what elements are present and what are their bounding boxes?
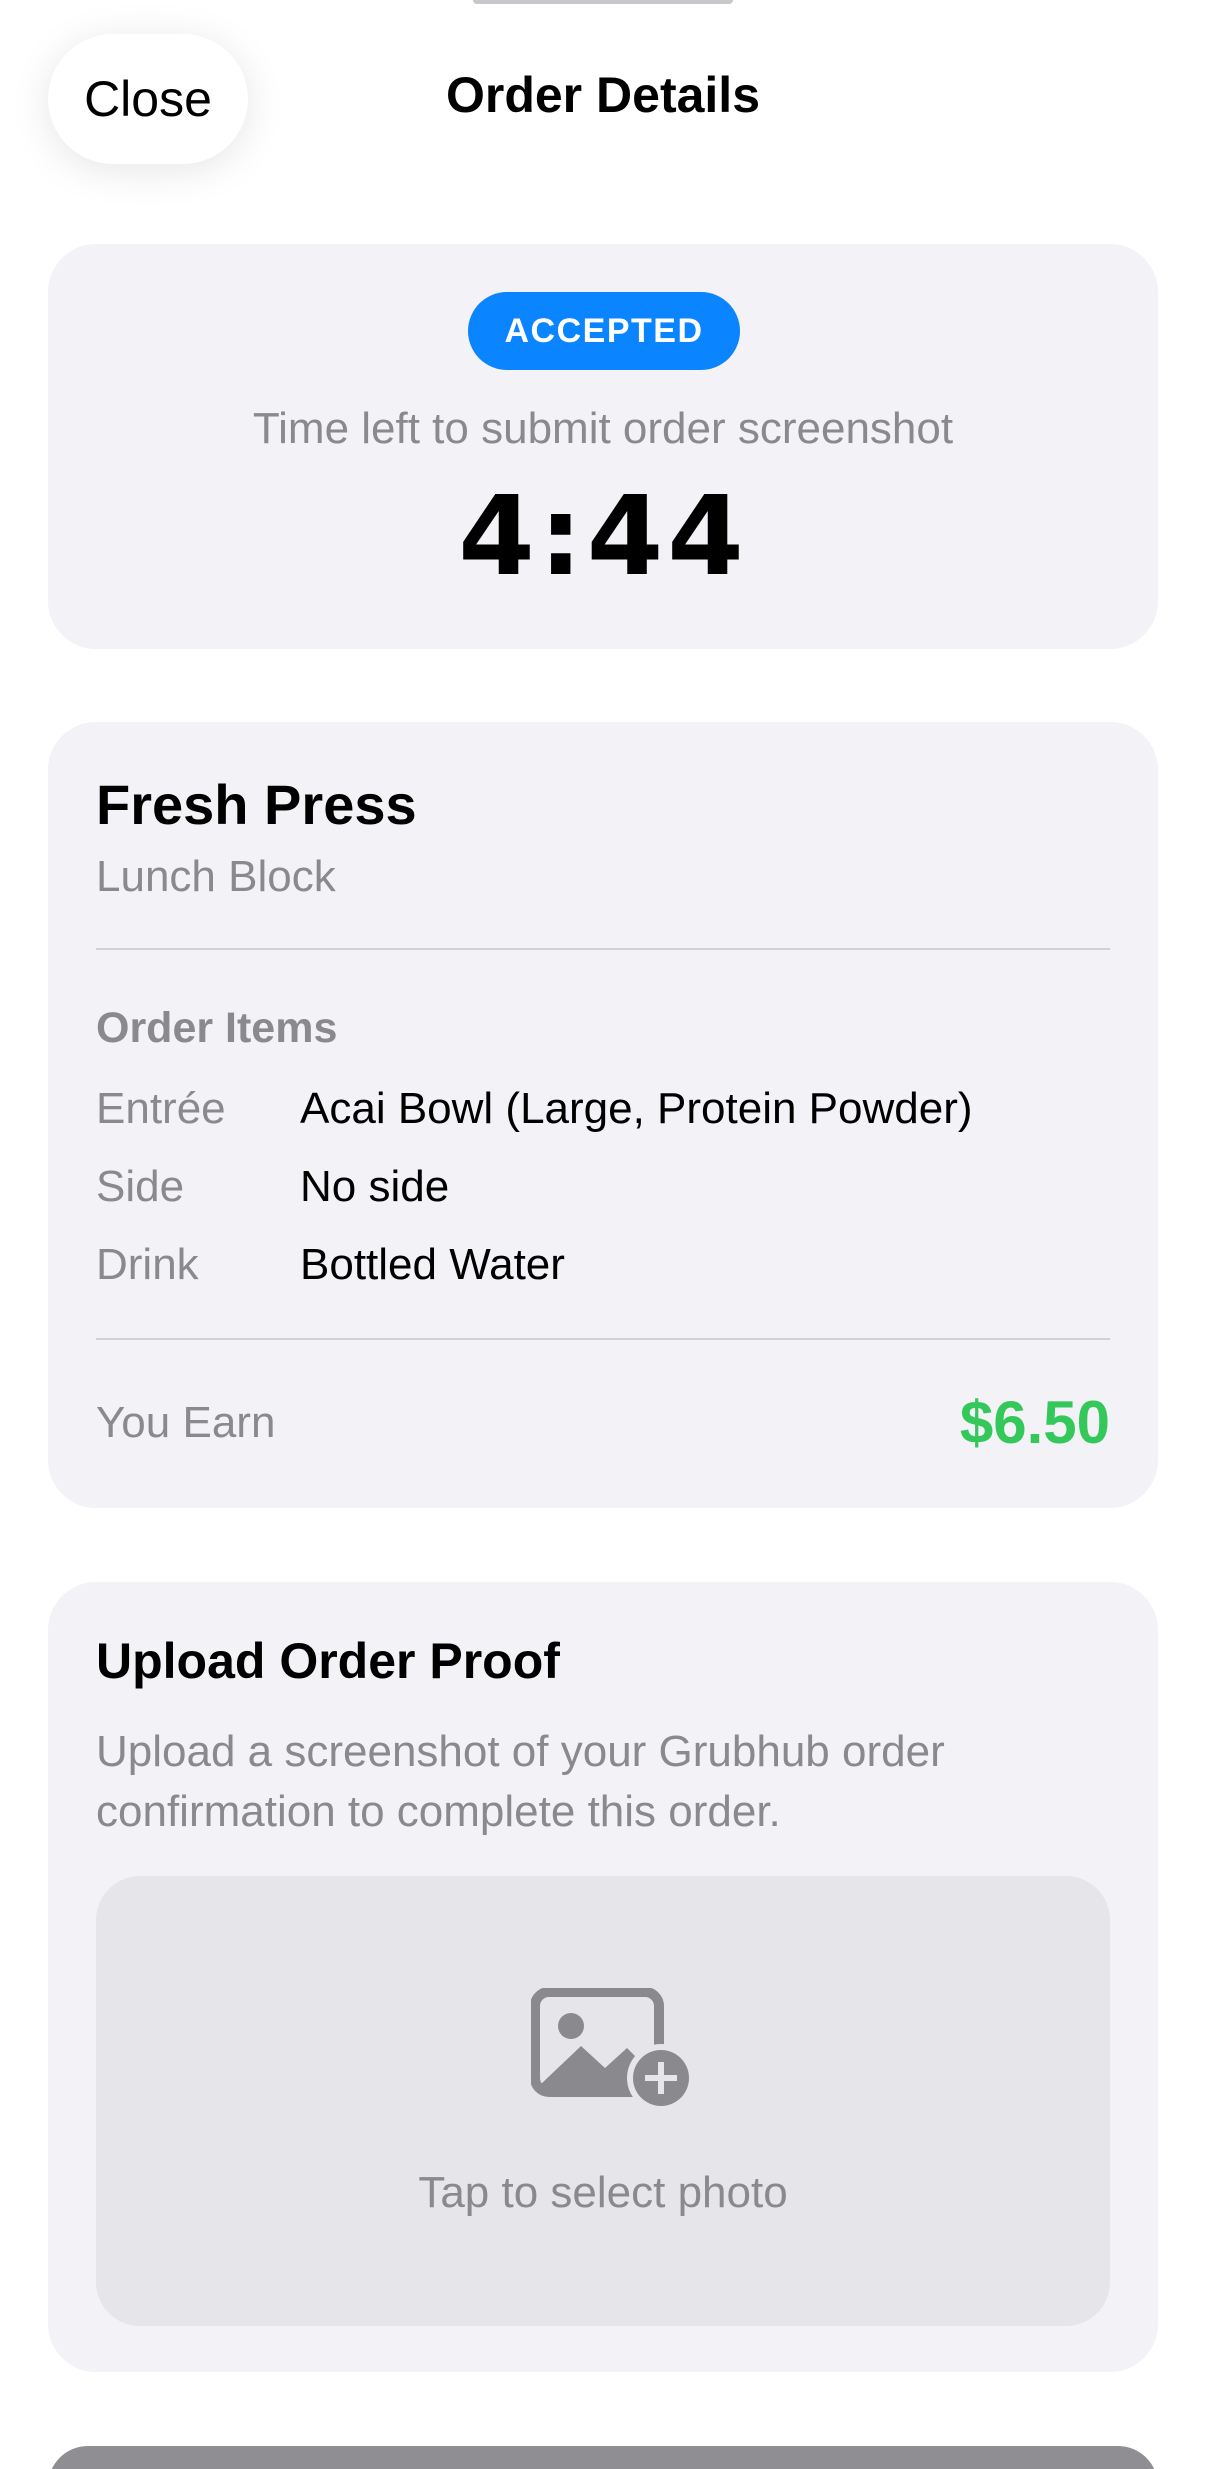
earn-amount: $6.50 [959, 1389, 1110, 1456]
upload-description: Upload a screenshot of your Grubhub orde… [96, 1727, 945, 1836]
item-value: No side [300, 1162, 450, 1211]
upload-proof-card: Upload Order Proof Upload a screenshot o… [48, 1582, 1158, 2372]
photo-picker-button[interactable]: Tap to select photo [96, 1876, 1110, 2326]
photo-picker-label: Tap to select photo [418, 2168, 788, 2217]
item-label: Side [96, 1162, 185, 1211]
order-items-heading: Order Items [96, 1004, 338, 1052]
restaurant-name: Fresh Press [96, 773, 417, 836]
status-badge: ACCEPTED [468, 292, 740, 370]
page-title: Order Details [445, 67, 760, 123]
time-left-label: Time left to submit order screenshot [252, 404, 954, 453]
item-value: Acai Bowl (Large, Protein Powder) [300, 1084, 973, 1133]
divider [96, 1338, 1110, 1340]
upload-title: Upload Order Proof [96, 1633, 560, 1689]
countdown-timer: 4:44 [458, 472, 748, 600]
item-value: Bottled Water [300, 1240, 565, 1289]
meal-block: Lunch Block [96, 852, 336, 901]
earn-label: You Earn [96, 1398, 276, 1447]
order-summary-card: Fresh Press Lunch Block Order Items Entr… [48, 722, 1158, 1508]
list-item: Drink Bottled Water [96, 1240, 1110, 1300]
photo-add-icon [531, 1988, 695, 2112]
sheet-grabber[interactable] [473, 0, 733, 4]
status-card: ACCEPTED Time left to submit order scree… [48, 244, 1158, 649]
item-label: Entrée [96, 1084, 226, 1133]
order-details-sheet: Close Order Details ACCEPTED Time left t… [0, 0, 1206, 2469]
item-label: Drink [96, 1240, 199, 1289]
submit-button[interactable] [48, 2446, 1158, 2469]
divider [96, 948, 1110, 950]
list-item: Side No side [96, 1162, 1110, 1222]
list-item: Entrée Acai Bowl (Large, Protein Powder) [96, 1084, 1110, 1144]
